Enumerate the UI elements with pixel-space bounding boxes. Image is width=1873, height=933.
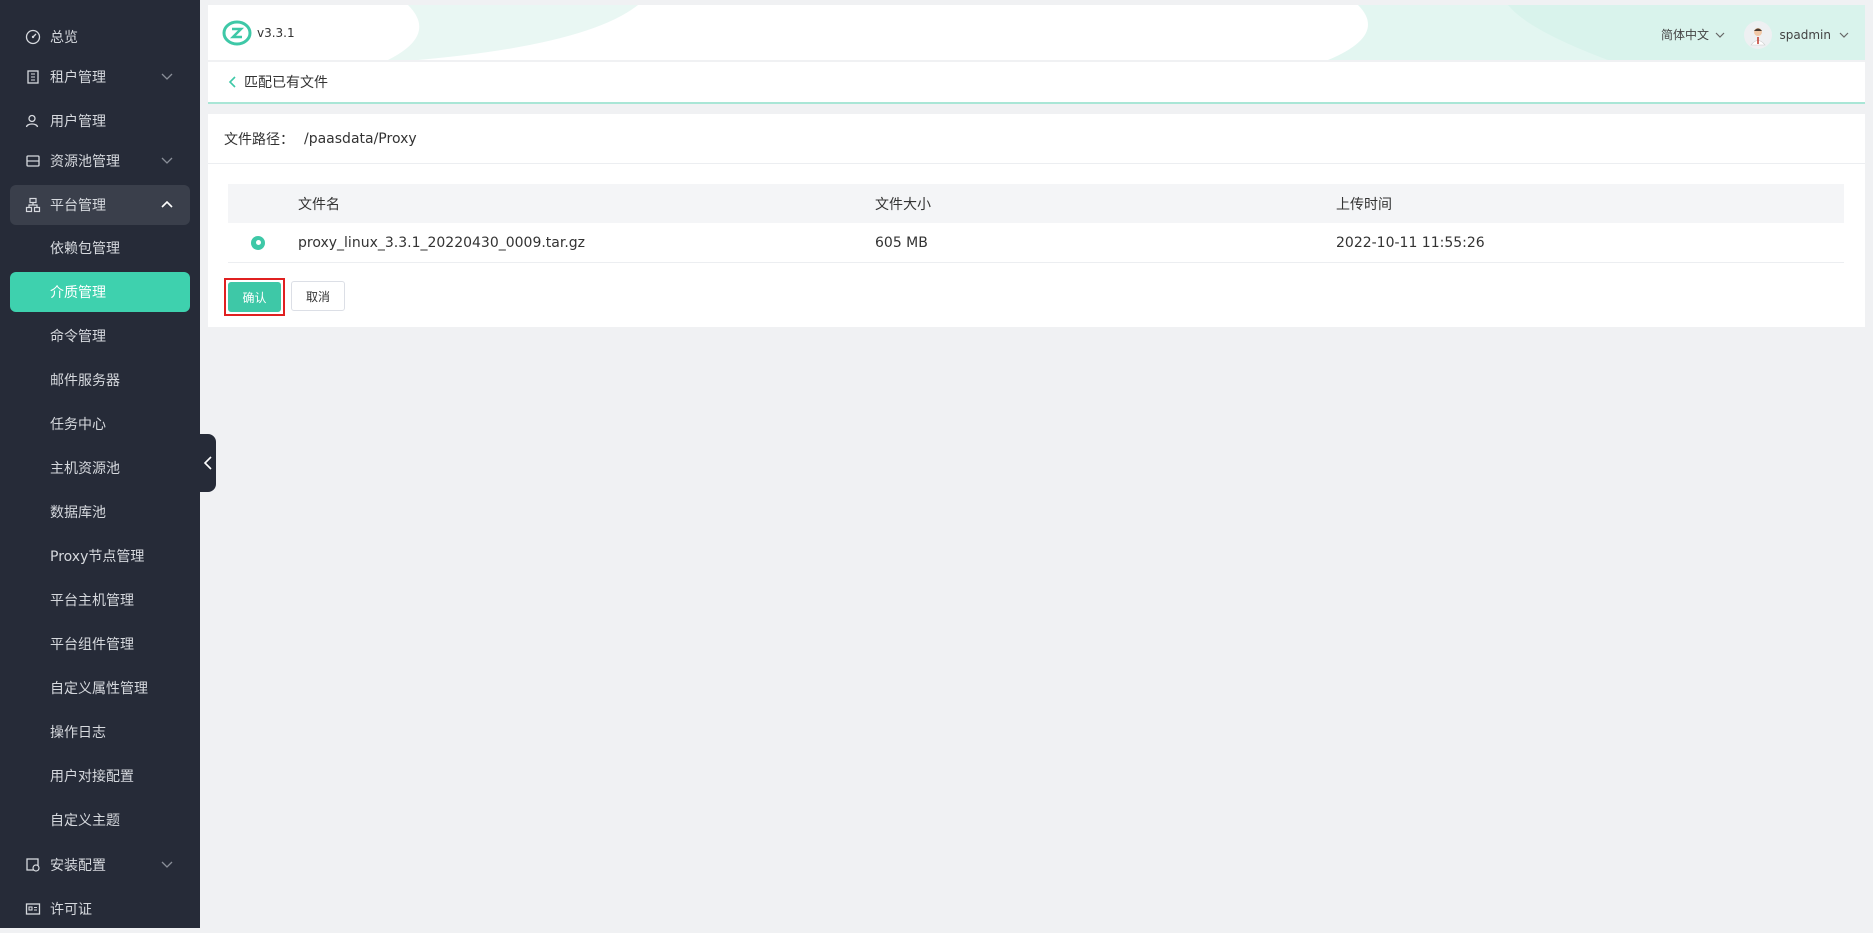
sidebar-subitem-dependency[interactable]: 依赖包管理 [10, 228, 190, 268]
chevron-down-icon [161, 73, 173, 80]
sidebar-item-users[interactable]: 用户管理 [10, 101, 190, 141]
chevron-left-icon [203, 456, 212, 470]
file-path-label: 文件路径： [224, 131, 294, 148]
column-header-size: 文件大小 [875, 196, 931, 213]
chevron-down-icon [1715, 32, 1725, 38]
table-row[interactable]: proxy_linux_3.3.1_20220430_0009.tar.gz 6… [228, 223, 1844, 263]
sidebar-subitem-mail-server[interactable]: 邮件服务器 [10, 360, 190, 400]
sidebar-item-overview[interactable]: 总览 [10, 17, 190, 57]
sidebar-subitem-host-pool[interactable]: 主机资源池 [10, 448, 190, 488]
language-label: 简体中文 [1660, 28, 1709, 42]
version-label: v3.3.1 [257, 26, 295, 40]
sidebar-collapse-button[interactable] [200, 434, 216, 492]
language-selector[interactable]: 简体中文 [1661, 26, 1725, 43]
building-icon [25, 69, 41, 85]
sidebar-subitem-db-pool[interactable]: 数据库池 [10, 492, 190, 532]
license-icon [25, 901, 41, 917]
row-radio[interactable] [251, 235, 265, 250]
cell-size: 605 MB [875, 234, 928, 251]
confirm-button[interactable]: 确认 [228, 282, 281, 312]
chevron-down-icon [161, 861, 173, 868]
user-avatar-icon [1749, 28, 1766, 46]
platform-icon [25, 197, 41, 213]
file-path-row: 文件路径： /paasdata/Proxy [208, 114, 1865, 164]
chevron-down-icon [1839, 32, 1849, 38]
file-table: 文件名 文件大小 上传时间 proxy_linux_3.3.1_20220430… [228, 184, 1844, 263]
sidebar-item-label: 总览 [50, 30, 78, 46]
sidebar-item-platform[interactable]: 平台管理 [10, 185, 190, 225]
page-title: 匹配已有文件 [244, 75, 328, 91]
file-match-card: 文件路径： /paasdata/Proxy 文件名 文件大小 上传时间 prox… [208, 114, 1865, 327]
avatar [1743, 21, 1772, 49]
chevron-down-icon [161, 157, 173, 164]
database-icon [25, 153, 41, 169]
username: spadmin [1779, 28, 1831, 42]
sidebar-subitem-operation-log[interactable]: 操作日志 [10, 712, 190, 752]
sidebar-subitem-custom-theme[interactable]: 自定义主题 [10, 800, 190, 840]
sidebar-item-label: 安装配置 [50, 858, 106, 874]
cell-upload-time: 2022-10-11 11:55:26 [1336, 234, 1485, 251]
sidebar-item-label: 租户管理 [50, 70, 106, 86]
column-header-filename: 文件名 [298, 196, 340, 213]
sidebar-item-label: 平台管理 [50, 198, 106, 214]
sidebar-item-label: 许可证 [50, 902, 92, 918]
app-logo[interactable]: v3.3.1 [222, 20, 295, 46]
action-buttons: 确认 取消 [224, 278, 346, 316]
sidebar-subitem-media[interactable]: 介质管理 [10, 272, 190, 312]
header-decoration [388, 5, 1865, 60]
sidebar-subitem-platform-hosts[interactable]: 平台主机管理 [10, 580, 190, 620]
sidebar-subitem-commands[interactable]: 命令管理 [10, 316, 190, 356]
users-icon [25, 113, 41, 129]
sidebar-subitem-platform-components[interactable]: 平台组件管理 [10, 624, 190, 664]
sidebar-subitem-task-center[interactable]: 任务中心 [10, 404, 190, 444]
user-menu[interactable]: spadmin [1743, 21, 1849, 49]
install-icon [25, 857, 41, 873]
breadcrumb: 匹配已有文件 [208, 62, 1865, 104]
logo-icon [222, 20, 252, 46]
sidebar-item-install-config[interactable]: 安装配置 [10, 845, 190, 885]
sidebar-item-tenants[interactable]: 租户管理 [10, 57, 190, 97]
file-path-value: /paasdata/Proxy [304, 130, 417, 147]
column-header-upload-time: 上传时间 [1336, 196, 1392, 213]
chevron-up-icon [161, 200, 173, 208]
sidebar: 总览 租户管理 用户管理 资源池管理 平台管理 依赖包管理 介质管理 命令管理 … [0, 0, 200, 928]
sidebar-item-license[interactable]: 许可证 [10, 889, 190, 929]
cancel-button[interactable]: 取消 [291, 281, 346, 311]
chevron-left-icon [228, 76, 236, 88]
confirm-highlight: 确认 [224, 278, 285, 316]
sidebar-item-label: 资源池管理 [50, 154, 120, 170]
sidebar-item-label: 用户管理 [50, 114, 106, 130]
sidebar-subitem-custom-attributes[interactable]: 自定义属性管理 [10, 668, 190, 708]
dashboard-icon [25, 29, 41, 45]
cell-filename: proxy_linux_3.3.1_20220430_0009.tar.gz [298, 234, 586, 251]
back-button[interactable] [226, 75, 240, 89]
table-header: 文件名 文件大小 上传时间 [228, 184, 1844, 223]
sidebar-subitem-proxy-nodes[interactable]: Proxy节点管理 [10, 536, 190, 576]
top-header: v3.3.1 简体中文 spadmin [208, 5, 1865, 60]
sidebar-item-resource-pool[interactable]: 资源池管理 [10, 141, 190, 181]
sidebar-subitem-user-integration[interactable]: 用户对接配置 [10, 756, 190, 796]
